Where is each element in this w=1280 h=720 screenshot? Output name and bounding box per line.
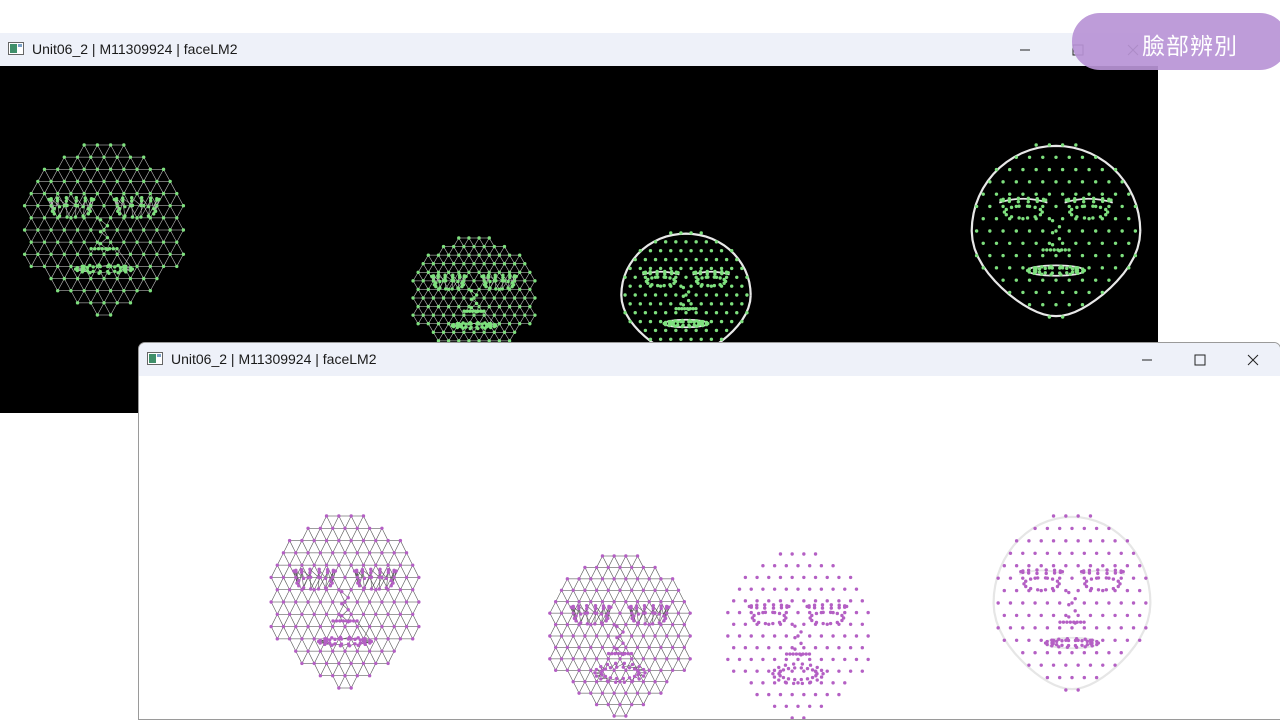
face-points-4 xyxy=(992,514,1152,692)
image-canvas[interactable] xyxy=(139,376,1280,719)
maximize-icon xyxy=(1194,354,1206,365)
minimize-icon xyxy=(1020,49,1030,50)
face-points-3 xyxy=(620,231,752,359)
minimize-button[interactable] xyxy=(1002,33,1048,66)
minimize-icon xyxy=(1142,359,1152,360)
face-landmark-window-2: Unit06_2 | M11309924 | faceLM2 xyxy=(138,342,1280,720)
badge-label: 臉部辨別 xyxy=(1142,34,1238,60)
title-bar[interactable]: Unit06_2 | M11309924 | faceLM2 xyxy=(0,33,1158,66)
window-title: Unit06_2 | M11309924 | faceLM2 xyxy=(171,351,377,367)
face-mesh-1 xyxy=(269,514,421,690)
landmark-render xyxy=(269,514,1152,719)
face-mesh-2 xyxy=(548,554,692,718)
minimize-button[interactable] xyxy=(1124,343,1170,376)
window-title: Unit06_2 | M11309924 | faceLM2 xyxy=(32,41,238,57)
close-button[interactable] xyxy=(1230,343,1276,376)
title-bar[interactable]: Unit06_2 | M11309924 | faceLM2 xyxy=(139,343,1280,376)
close-icon xyxy=(1247,354,1259,365)
maximize-button[interactable] xyxy=(1177,343,1223,376)
opencv-window-icon xyxy=(8,42,24,55)
face-points-3 xyxy=(726,552,870,719)
face-mesh-1 xyxy=(22,143,186,317)
face-points-4 xyxy=(970,143,1142,319)
opencv-window-icon xyxy=(147,352,163,365)
